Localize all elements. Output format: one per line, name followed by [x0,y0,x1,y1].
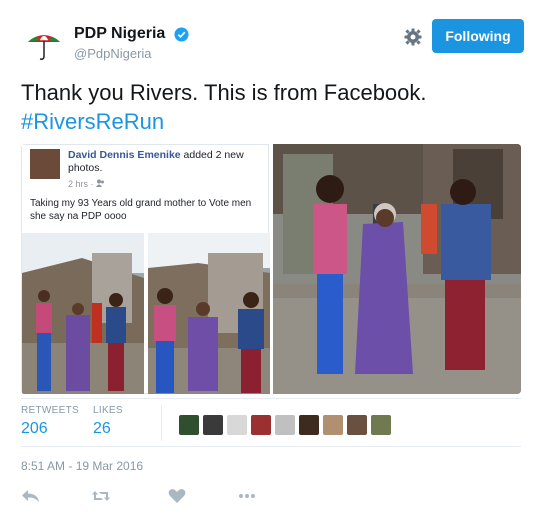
facebook-avatar [30,149,60,179]
likes-stat[interactable]: LIKES 26 [93,405,123,438]
following-button[interactable]: Following [432,19,524,53]
retweets-label: RETWEETS [21,405,79,416]
divider-top [21,398,521,399]
retweets-count[interactable]: 206 [21,420,79,438]
facebook-time-text: 2 hrs [68,179,89,189]
display-name[interactable]: PDP Nigeria [74,25,165,43]
facebook-photo-2 [148,233,270,394]
more-icon[interactable] [237,488,257,504]
divider-bottom [21,446,521,447]
verified-badge-icon [174,26,189,42]
facebook-caption: Taking my 93 Years old grand mother to V… [30,198,252,222]
tweet-actions [21,488,321,506]
liker-avatar[interactable] [323,415,343,435]
liker-avatar[interactable] [251,415,271,435]
liker-avatar[interactable] [227,415,247,435]
liker-avatar[interactable] [203,415,223,435]
facebook-post-header: David Dennis Emenike added 2 new photos. [68,149,264,175]
facebook-photo-1 [22,233,144,394]
hashtag-link[interactable]: #RiversReRun [21,107,521,136]
reply-icon[interactable] [21,488,41,504]
tweet-body: Thank you Rivers. This is from Facebook. [21,80,427,105]
account-name-block[interactable]: PDP Nigeria @PdpNigeria [74,25,189,61]
liker-avatar[interactable] [299,415,319,435]
account-handle[interactable]: @PdpNigeria [74,46,189,61]
liker-avatar[interactable] [179,415,199,435]
tweet-text: Thank you Rivers. This is from Facebook.… [21,78,521,136]
likes-label: LIKES [93,405,123,416]
friends-icon [96,179,105,187]
tweet-media[interactable]: David Dennis Emenike added 2 new photos.… [21,144,521,394]
tweet-timestamp[interactable]: 8:51 AM - 19 Mar 2016 [21,459,143,473]
likes-count[interactable]: 26 [93,420,123,438]
liker-avatar[interactable] [371,415,391,435]
retweets-stat[interactable]: RETWEETS 206 [21,405,79,438]
gear-icon[interactable] [404,28,422,46]
facebook-screenshot-photo[interactable]: David Dennis Emenike added 2 new photos.… [21,144,270,394]
facebook-post-time: 2 hrs · [68,179,105,189]
tweet-header: PDP Nigeria @PdpNigeria Following [20,18,537,66]
retweet-icon[interactable] [91,488,111,504]
likers-avatars [179,415,395,440]
liker-avatar[interactable] [347,415,367,435]
tweet-stats: RETWEETS 206 LIKES 26 [21,405,521,445]
like-icon[interactable] [167,488,187,504]
liker-avatar[interactable] [275,415,295,435]
pdp-umbrella-logo[interactable] [26,26,62,62]
stats-separator [161,405,162,441]
polling-unit-photo[interactable] [273,144,521,394]
facebook-author: David Dennis Emenike [68,149,181,161]
